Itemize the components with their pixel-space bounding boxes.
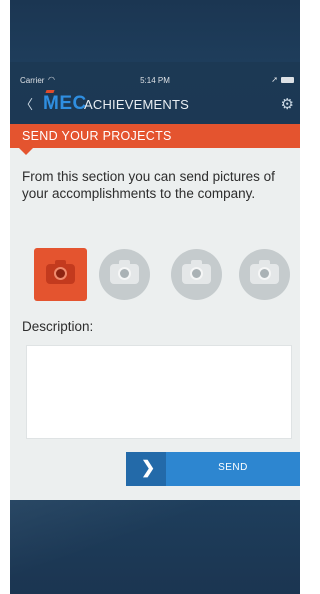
nav-bar: 〈 MEC ACHIEVEMENTS ⚙ — [10, 88, 300, 122]
send-button-label: SEND — [218, 462, 248, 473]
location-icon: ➚ — [271, 75, 278, 84]
camera-icon — [110, 260, 139, 284]
camera-icon — [250, 260, 279, 284]
status-bar: Carrier ◠ 5:14 PM ➚ — [10, 62, 300, 88]
send-chevron-box: ❯ — [126, 452, 166, 486]
photo-slot-3[interactable] — [170, 248, 223, 301]
top-backdrop — [10, 0, 300, 62]
camera-icon — [182, 260, 211, 284]
description-label: Description: — [22, 319, 94, 334]
description-input[interactable] — [26, 345, 292, 439]
gear-icon[interactable]: ⚙ — [281, 95, 294, 113]
status-time: 5:14 PM — [140, 76, 170, 85]
main-content: SEND YOUR PROJECTS From this section you… — [10, 124, 300, 500]
bottom-backdrop — [10, 500, 300, 594]
camera-icon — [46, 260, 75, 284]
section-banner: SEND YOUR PROJECTS — [10, 124, 300, 148]
photo-slot-4[interactable] — [238, 248, 291, 301]
back-icon[interactable]: 〈 — [20, 94, 33, 113]
frame: Carrier ◠ 5:14 PM ➚ 〈 MEC ACHIEVEMENTS ⚙… — [0, 0, 300, 594]
phone-screen: Carrier ◠ 5:14 PM ➚ 〈 MEC ACHIEVEMENTS ⚙… — [10, 0, 300, 594]
intro-text: From this section you can send pictures … — [22, 169, 275, 201]
battery-icon — [281, 77, 294, 83]
send-button[interactable]: ❯ SEND — [126, 452, 300, 486]
photo-slots — [10, 248, 300, 304]
photo-slot-2[interactable] — [98, 248, 151, 301]
chevron-right-icon: ❯ — [141, 458, 156, 477]
banner-notch — [19, 148, 33, 155]
page-title: ACHIEVEMENTS — [84, 97, 189, 112]
photo-slot-1[interactable] — [34, 248, 87, 301]
app-logo: MEC — [43, 93, 87, 114]
